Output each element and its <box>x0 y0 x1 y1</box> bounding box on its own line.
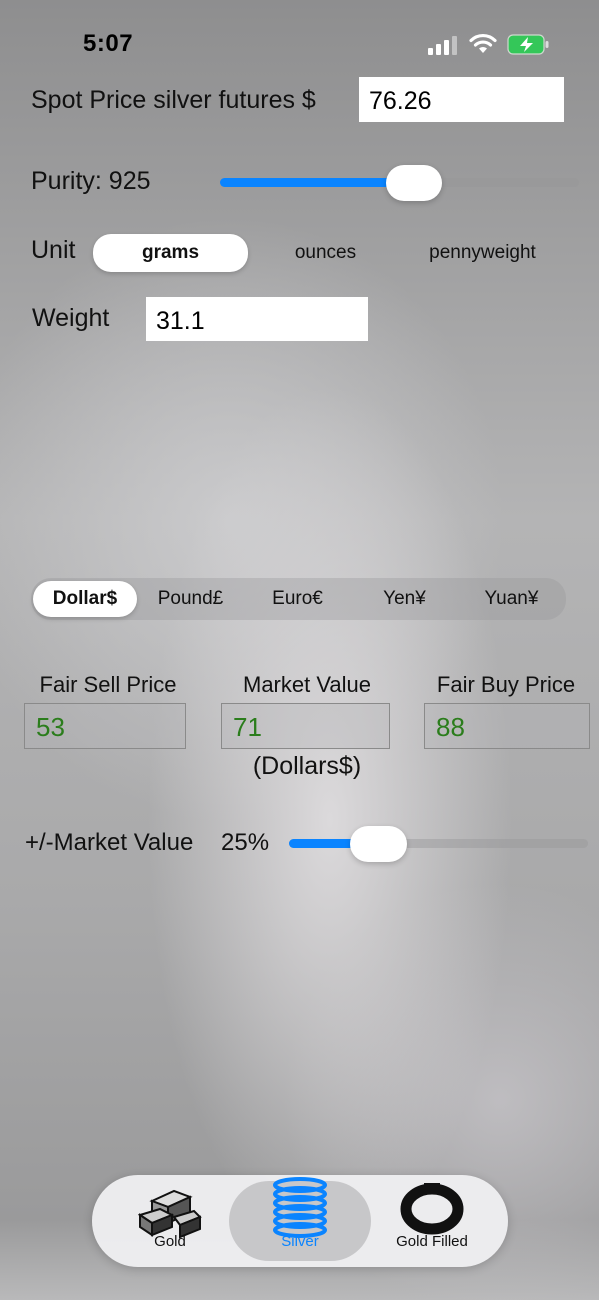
spot-price-label: Spot Price silver futures $ <box>31 86 316 114</box>
fair-buy-price-value: 88 <box>424 703 590 749</box>
currency-option-yuan[interactable]: Yuan¥ <box>458 578 565 620</box>
purity-slider-thumb[interactable] <box>385 165 442 201</box>
battery-charging-icon <box>507 34 549 55</box>
fair-sell-price-value: 53 <box>24 703 186 749</box>
tab-gold-filled-label: Gold Filled <box>396 1233 468 1250</box>
silver-coins-icon <box>273 1177 327 1238</box>
spot-price-input[interactable]: 76.26 <box>359 77 564 122</box>
unit-option-pennyweight[interactable]: pennyweight <box>403 234 562 272</box>
gold-bars-icon <box>138 1189 202 1239</box>
tab-silver-label: Silver <box>281 1233 319 1250</box>
tab-gold-filled[interactable]: Gold Filled <box>372 1177 492 1265</box>
unit-option-grams[interactable]: grams <box>93 234 248 272</box>
currency-segmented-control[interactable]: Dollar$ Pound£ Euro€ Yen¥ Yuan¥ <box>31 578 566 620</box>
currency-option-euro[interactable]: Euro€ <box>244 578 351 620</box>
currency-option-dollar[interactable]: Dollar$ <box>33 581 137 617</box>
weight-label: Weight <box>32 304 110 332</box>
unit-option-ounces[interactable]: ounces <box>248 234 403 272</box>
market-range-percent: 25% <box>221 829 270 856</box>
tab-silver[interactable]: Silver <box>242 1177 358 1265</box>
unit-segmented-control[interactable]: grams ounces pennyweight <box>93 234 562 272</box>
purity-label: Purity: 925 <box>31 167 151 195</box>
unit-label: Unit <box>31 236 76 264</box>
market-range-label: +/-Market Value <box>25 829 194 856</box>
market-value-label: Market Value <box>243 672 371 697</box>
status-time: 5:07 <box>83 30 134 57</box>
bracelet-icon <box>400 1183 464 1235</box>
currency-option-yen[interactable]: Yen¥ <box>351 578 458 620</box>
fair-buy-price-label: Fair Buy Price <box>436 672 576 697</box>
tab-gold[interactable]: Gold <box>112 1177 228 1265</box>
currency-note: (Dollars$) <box>252 752 362 780</box>
market-value-value: 71 <box>221 703 390 749</box>
market-range-slider-thumb[interactable] <box>350 826 408 862</box>
tab-gold-label: Gold <box>154 1233 186 1250</box>
currency-option-pound[interactable]: Pound£ <box>137 578 244 620</box>
purity-slider-fill <box>220 178 414 187</box>
wifi-icon <box>469 33 497 53</box>
market-range-slider[interactable] <box>289 839 588 848</box>
weight-input[interactable]: 31.1 <box>146 297 368 341</box>
fair-sell-price-label: Fair Sell Price <box>39 672 177 697</box>
cellular-signal-icon <box>428 36 457 55</box>
